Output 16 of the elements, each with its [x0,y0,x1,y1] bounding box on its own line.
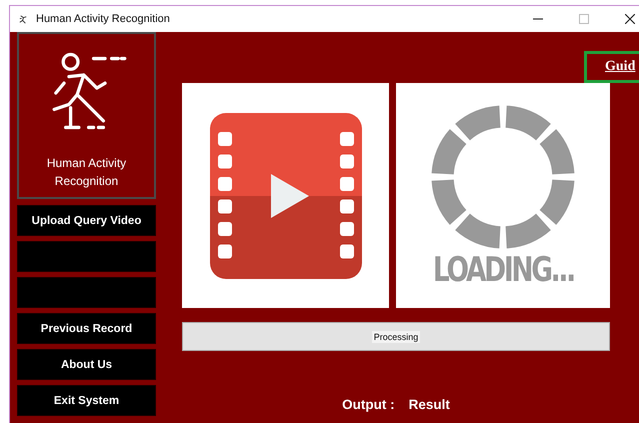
maximize-icon[interactable] [579,14,589,24]
video-film-icon [210,112,362,278]
guide-button[interactable]: Guid [584,51,639,83]
close-icon[interactable] [625,14,635,24]
logo-caption: Human Activity Recognition [46,155,126,190]
sidebar-button[interactable]: Exit System [17,385,156,416]
output-value: Result [408,397,450,412]
progress-label: Processing [372,330,420,342]
sidebar-button[interactable]: Upload Query Video [17,205,156,236]
blank-button[interactable] [17,277,156,308]
window-title: Human Activity Recognition [36,13,170,25]
output-label: Output : [342,397,395,412]
blank-button[interactable] [17,241,156,272]
sidebar-button[interactable]: Previous Record [17,313,156,344]
sidebar-button[interactable]: About Us [17,349,156,380]
loading-text: LOADING... [432,250,574,288]
